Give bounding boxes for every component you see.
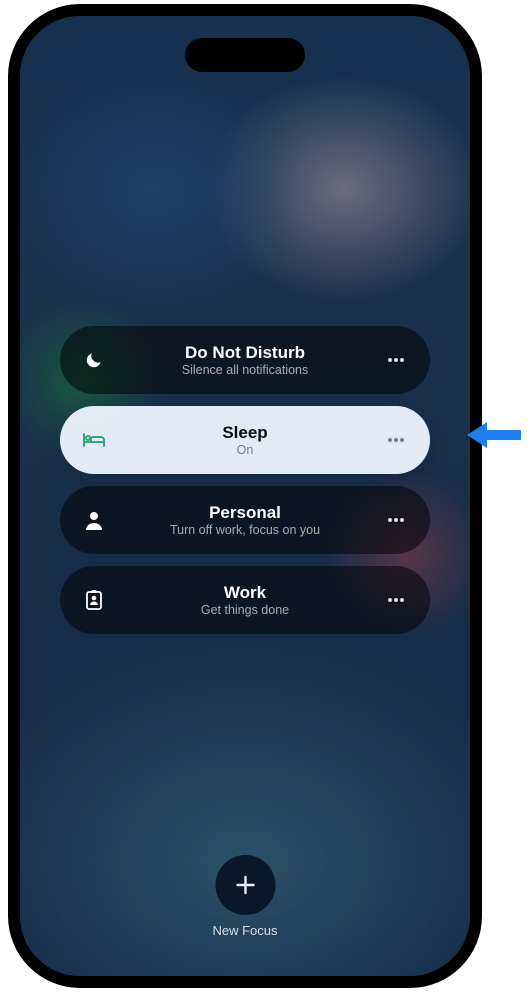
focus-mode-sleep[interactable]: Sleep On — [60, 406, 430, 474]
new-focus: New Focus — [212, 855, 277, 938]
focus-title: Sleep — [108, 423, 382, 443]
plus-icon — [233, 873, 257, 897]
focus-mode-list: Do Not Disturb Silence all notifications… — [60, 326, 430, 634]
focus-mode-dnd[interactable]: Do Not Disturb Silence all notifications — [60, 326, 430, 394]
focus-mode-work[interactable]: Work Get things done — [60, 566, 430, 634]
new-focus-button[interactable] — [215, 855, 275, 915]
focus-title: Personal — [108, 503, 382, 523]
more-icon[interactable] — [382, 346, 410, 374]
bed-icon — [80, 426, 108, 454]
more-icon[interactable] — [382, 586, 410, 614]
moon-icon — [80, 346, 108, 374]
badge-icon — [80, 586, 108, 614]
more-icon[interactable] — [382, 506, 410, 534]
focus-title: Work — [108, 583, 382, 603]
focus-subtitle: Silence all notifications — [108, 363, 382, 377]
focus-text: Personal Turn off work, focus on you — [108, 503, 382, 537]
phone-frame: Do Not Disturb Silence all notifications… — [20, 16, 470, 976]
focus-subtitle: Get things done — [108, 603, 382, 617]
new-focus-label: New Focus — [212, 923, 277, 938]
focus-text: Do Not Disturb Silence all notifications — [108, 343, 382, 377]
more-icon[interactable] — [382, 426, 410, 454]
dynamic-island — [185, 38, 305, 72]
focus-subtitle: On — [108, 443, 382, 457]
screen: Do Not Disturb Silence all notifications… — [20, 16, 470, 976]
focus-text: Work Get things done — [108, 583, 382, 617]
callout-arrow-icon — [465, 418, 521, 452]
focus-text: Sleep On — [108, 423, 382, 457]
person-icon — [80, 506, 108, 534]
focus-mode-personal[interactable]: Personal Turn off work, focus on you — [60, 486, 430, 554]
focus-title: Do Not Disturb — [108, 343, 382, 363]
focus-subtitle: Turn off work, focus on you — [108, 523, 382, 537]
